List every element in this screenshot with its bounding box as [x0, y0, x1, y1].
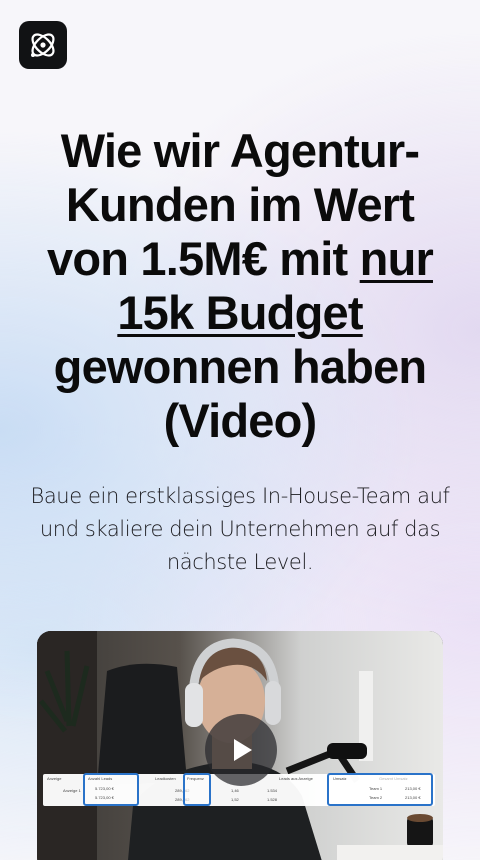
table-cell-count-1: 5.723,00 € — [95, 786, 114, 791]
table-header-ad: Anzeige — [47, 776, 62, 781]
headline-line-2: Kunden im Wert — [65, 178, 415, 231]
headline-line-3: von 1.5M€ mit — [47, 232, 360, 285]
hero-subline: Baue ein erstklassiges In-House-Team auf… — [30, 484, 450, 574]
table-cell-freq-2: 1,52 — [231, 797, 239, 802]
table-header-leadcost: Leadkosten — [155, 776, 176, 781]
highlight-box-frequency: Frequenz — [183, 773, 211, 806]
table-cell-leads-2: 1.528 — [267, 797, 278, 802]
atom-logo-icon — [31, 33, 55, 57]
headline-underlined-nur: nur — [359, 232, 434, 285]
play-icon — [234, 739, 252, 761]
brand-logo[interactable] — [19, 21, 67, 69]
headline-line-1: Wie wir Agentur- — [60, 124, 420, 177]
headline-line-5: gewonnen haben — [53, 340, 427, 393]
highlight-box-revenue: Umsatz Team 1 Team 2 213,00 € 213,00 € — [327, 773, 433, 806]
video-player[interactable]: Anzeige Leadkosten Leads aus Anzeige Ges… — [37, 631, 443, 860]
table-cell-total-1: 213,00 € — [405, 786, 421, 791]
highlight-box-leads: Anzahl Leads 5.723,00 € 5.723,00 € — [83, 773, 139, 806]
table-cell-freq-1: 1,46 — [231, 788, 239, 793]
table-cell-count-2: 5.723,00 € — [95, 795, 114, 800]
table-header-revenue: Umsatz — [333, 776, 347, 781]
table-header-frequency: Frequenz — [187, 776, 204, 781]
table-header-count: Anzahl Leads — [88, 776, 113, 781]
headline-line-6: (Video) — [163, 394, 318, 447]
headline-underlined-budget: 15k Budget — [117, 286, 363, 339]
play-button[interactable] — [205, 714, 277, 786]
table-cell-team-2: Team 2 — [369, 795, 383, 800]
table-cell-ad-1: Anzeige 1 — [63, 788, 81, 793]
table-cell-leads-1: 1.534 — [267, 788, 278, 793]
table-cell-team-1: Team 1 — [369, 786, 383, 791]
hero-headline: Wie wir Agentur- Kunden im Wert von 1.5M… — [20, 124, 460, 448]
table-cell-total-2: 213,00 € — [405, 795, 421, 800]
table-header-leads: Leads aus Anzeige — [279, 776, 313, 781]
